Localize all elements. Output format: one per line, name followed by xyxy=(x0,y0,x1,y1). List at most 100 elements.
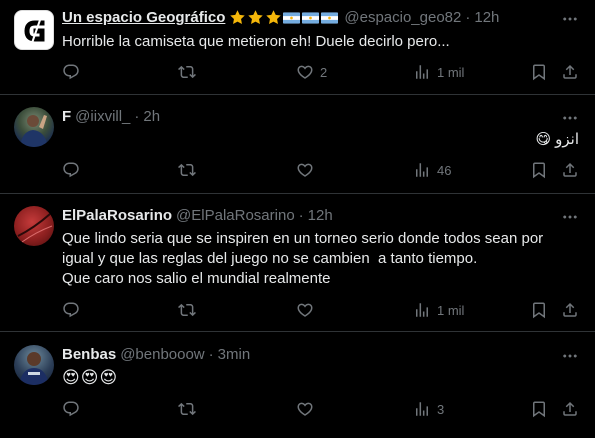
post-text-rtl: انزو 😋 xyxy=(535,130,579,150)
g-logo-icon xyxy=(24,19,45,44)
savoring-face-emoji: 😋 xyxy=(535,131,552,148)
view-count: 1 mil xyxy=(437,302,465,318)
repost-button[interactable] xyxy=(178,63,196,81)
post[interactable]: F @iixvill_ · 2h انزو 😋 46 xyxy=(0,95,595,194)
post-header: Un espacio Geográfico @espacio_geo82 · 1… xyxy=(62,9,499,26)
post-text: انزو xyxy=(555,131,579,148)
author-handle[interactable]: @iixvill_ xyxy=(75,108,130,125)
bookmark-button[interactable] xyxy=(530,301,548,319)
like-count: 2 xyxy=(320,64,328,80)
bookmark-button[interactable] xyxy=(530,400,548,418)
heart-icon xyxy=(296,63,314,81)
like-button[interactable]: 2 xyxy=(296,63,327,81)
post-header: ElPalaRosarino @ElPalaRosarino · 12h xyxy=(62,207,333,224)
like-button[interactable] xyxy=(296,301,314,319)
post-time[interactable]: 2h xyxy=(143,108,160,125)
bookmark-icon xyxy=(530,161,548,179)
repost-button[interactable] xyxy=(178,161,196,179)
separator-dot: · xyxy=(298,207,304,224)
repost-icon xyxy=(178,301,196,319)
author-handle[interactable]: @benbooow xyxy=(120,346,204,363)
post-header: F @iixvill_ · 2h xyxy=(62,108,160,125)
person-silhouette-icon xyxy=(19,352,49,385)
like-button[interactable] xyxy=(296,161,314,179)
post-text: 😍😍😍 xyxy=(62,368,119,387)
views-icon xyxy=(413,400,431,418)
post-time[interactable]: 12h xyxy=(474,9,499,26)
separator-dot: · xyxy=(134,108,140,125)
share-icon xyxy=(561,301,579,319)
argentina-flag-icon xyxy=(321,12,338,24)
avatar[interactable] xyxy=(14,107,54,147)
heart-icon xyxy=(296,161,314,179)
share-icon xyxy=(561,63,579,81)
bookmark-icon xyxy=(530,63,548,81)
abstract-avatar-icon xyxy=(17,213,53,243)
post-text: Que lindo seria que se inspiren en un to… xyxy=(62,229,543,289)
more-options-icon[interactable] xyxy=(561,208,579,226)
author-name[interactable]: Un espacio Geográfico xyxy=(62,9,225,26)
more-options-icon[interactable] xyxy=(561,10,579,28)
post-text: Horrible la camiseta que metieron eh! Du… xyxy=(62,33,450,50)
repost-icon xyxy=(178,63,196,81)
post-actions: 1 mil xyxy=(0,301,595,321)
post-header: Benbas @benbooow · 3min xyxy=(62,346,250,363)
avatar[interactable] xyxy=(14,345,54,385)
post-text-line: igual y que las reglas del juego no se c… xyxy=(62,250,478,267)
heart-icon xyxy=(296,301,314,319)
heart-icon xyxy=(296,400,314,418)
share-icon xyxy=(561,161,579,179)
author-handle[interactable]: @espacio_geo82 xyxy=(344,9,461,26)
author-handle[interactable]: @ElPalaRosarino xyxy=(176,207,295,224)
reply-button[interactable] xyxy=(62,161,80,179)
view-count: 46 xyxy=(437,162,452,178)
avatar[interactable] xyxy=(14,206,54,246)
post[interactable]: ElPalaRosarino @ElPalaRosarino · 12h Que… xyxy=(0,194,595,332)
reply-button[interactable] xyxy=(62,400,80,418)
separator-dot: · xyxy=(208,346,214,363)
post-actions: 3 xyxy=(0,400,595,420)
bookmark-button[interactable] xyxy=(530,63,548,81)
bookmark-button[interactable] xyxy=(530,161,548,179)
repost-icon xyxy=(178,400,196,418)
bookmark-icon xyxy=(530,400,548,418)
views-icon xyxy=(413,63,431,81)
repost-button[interactable] xyxy=(178,301,196,319)
share-button[interactable] xyxy=(561,400,579,418)
author-name[interactable]: Benbas xyxy=(62,346,116,363)
reply-icon xyxy=(62,161,80,179)
argentina-flag-icon xyxy=(283,12,300,24)
views-button[interactable]: 46 xyxy=(413,161,451,179)
post-actions: 46 xyxy=(0,161,595,181)
star-icon xyxy=(265,9,282,26)
views-icon xyxy=(413,161,431,179)
star-icon xyxy=(229,9,246,26)
author-name[interactable]: ElPalaRosarino xyxy=(62,207,172,224)
views-button[interactable]: 1 mil xyxy=(413,301,464,319)
views-button[interactable]: 1 mil xyxy=(413,63,464,81)
star-icon xyxy=(247,9,264,26)
share-button[interactable] xyxy=(561,301,579,319)
avatar[interactable] xyxy=(14,10,54,50)
person-silhouette-icon xyxy=(20,115,48,147)
author-name[interactable]: F xyxy=(62,108,71,125)
views-button[interactable]: 3 xyxy=(413,400,444,418)
reply-icon xyxy=(62,400,80,418)
post[interactable]: Benbas @benbooow · 3min 😍😍😍 3 xyxy=(0,332,595,438)
like-button[interactable] xyxy=(296,400,314,418)
more-options-icon[interactable] xyxy=(561,347,579,365)
views-icon xyxy=(413,301,431,319)
repost-button[interactable] xyxy=(178,400,196,418)
reply-button[interactable] xyxy=(62,63,80,81)
reply-icon xyxy=(62,301,80,319)
reply-button[interactable] xyxy=(62,301,80,319)
share-button[interactable] xyxy=(561,161,579,179)
post-time[interactable]: 12h xyxy=(308,207,333,224)
post-text-line: Que lindo seria que se inspiren en un to… xyxy=(62,230,544,247)
repost-icon xyxy=(178,161,196,179)
post-time[interactable]: 3min xyxy=(218,346,251,363)
view-count: 1 mil xyxy=(437,64,465,80)
more-options-icon[interactable] xyxy=(561,109,579,127)
post[interactable]: Un espacio Geográfico @espacio_geo82 · 1… xyxy=(0,0,595,95)
share-button[interactable] xyxy=(561,63,579,81)
